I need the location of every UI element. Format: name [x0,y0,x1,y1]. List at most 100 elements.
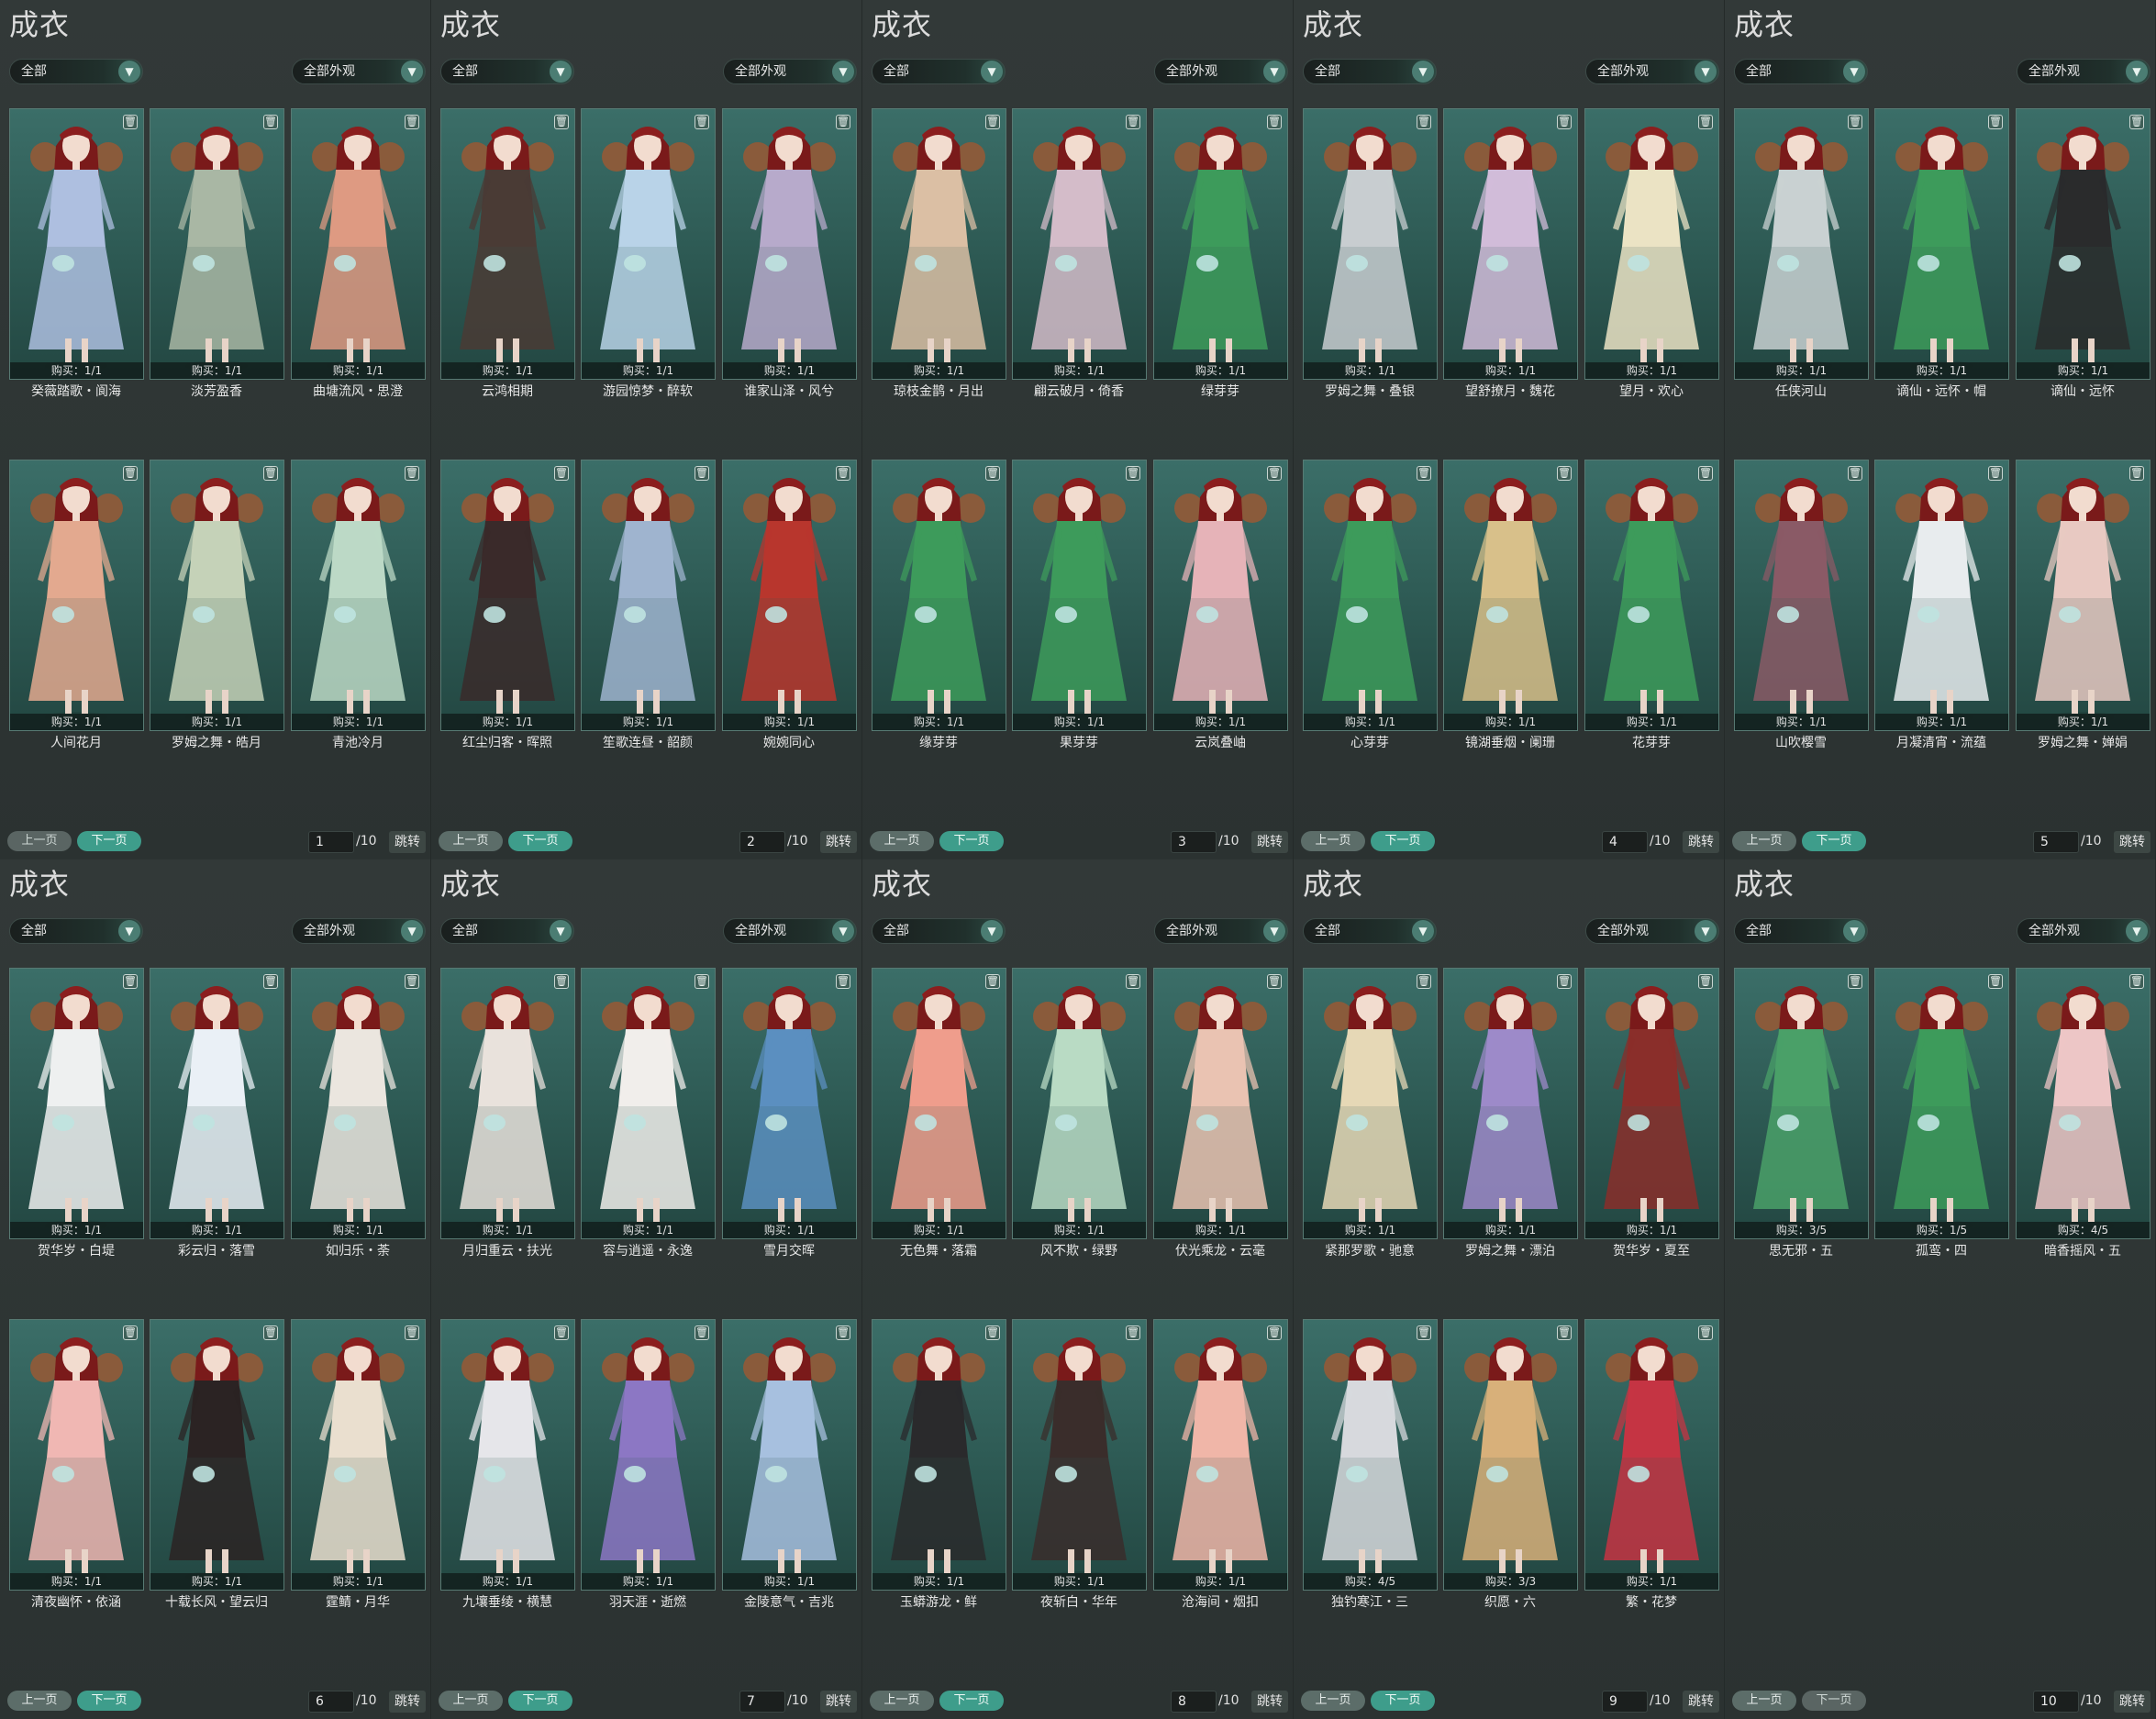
prev-page-button[interactable]: 上一页 [7,831,72,851]
outfit-card[interactable]: 🗑 购买：1/1 [1153,108,1288,380]
page-number-input[interactable]: 5 [2033,831,2079,853]
trash-icon[interactable]: 🗑 [263,974,278,989]
trash-icon[interactable]: 🗑 [554,1325,569,1340]
trash-icon[interactable]: 🗑 [1848,974,1862,989]
trash-icon[interactable]: 🗑 [695,1325,709,1340]
outfit-card[interactable]: 🗑 购买：1/1 [1584,108,1719,380]
trash-icon[interactable]: 🗑 [1267,115,1282,129]
trash-icon[interactable]: 🗑 [405,1325,419,1340]
outfit-card[interactable]: 🗑 购买：1/1 [150,968,284,1239]
next-page-button[interactable]: 下一页 [77,831,141,851]
outfit-card[interactable]: 🗑 购买：1/1 [1153,460,1288,731]
next-page-button[interactable]: 下一页 [508,831,572,851]
trash-icon[interactable]: 🗑 [263,1325,278,1340]
outfit-card[interactable]: 🗑 购买：1/1 [1584,968,1719,1239]
trash-icon[interactable]: 🗑 [123,1325,138,1340]
outfit-card[interactable]: 🗑 购买：1/1 [1443,968,1578,1239]
trash-icon[interactable]: 🗑 [1126,466,1140,481]
outfit-card[interactable]: 🗑 购买：1/1 [1012,460,1147,731]
jump-button[interactable]: 跳转 [389,1691,426,1713]
outfit-card[interactable]: 🗑 购买：1/1 [1012,968,1147,1239]
trash-icon[interactable]: 🗑 [1698,115,1713,129]
outfit-card[interactable]: 🗑 购买：1/1 [440,1319,575,1591]
trash-icon[interactable]: 🗑 [405,466,419,481]
trash-icon[interactable]: 🗑 [1698,466,1713,481]
trash-icon[interactable]: 🗑 [123,974,138,989]
next-page-button[interactable]: 下一页 [1802,831,1866,851]
trash-icon[interactable]: 🗑 [695,974,709,989]
trash-icon[interactable]: 🗑 [1267,974,1282,989]
trash-icon[interactable]: 🗑 [1267,1325,1282,1340]
next-page-button[interactable]: 下一页 [508,1691,572,1711]
trash-icon[interactable]: 🗑 [1557,974,1572,989]
trash-icon[interactable]: 🗑 [1557,466,1572,481]
outfit-card[interactable]: 🗑 购买：1/1 [440,968,575,1239]
trash-icon[interactable]: 🗑 [554,115,569,129]
outfit-card[interactable]: 🗑 购买：1/1 [291,968,426,1239]
outfit-card[interactable]: 🗑 购买：1/1 [1303,108,1438,380]
page-number-input[interactable]: 3 [1171,831,1217,853]
next-page-button[interactable]: 下一页 [1371,831,1435,851]
outfit-card[interactable]: 🗑 购买：1/1 [440,460,575,731]
trash-icon[interactable]: 🗑 [1698,1325,1713,1340]
category-dropdown[interactable]: 全部 ▼ [1734,59,1868,84]
page-number-input[interactable]: 6 [308,1691,354,1713]
appearance-dropdown[interactable]: 全部外观 ▼ [1154,59,1288,84]
next-page-button[interactable]: 下一页 [77,1691,141,1711]
trash-icon[interactable]: 🗑 [985,466,1000,481]
trash-icon[interactable]: 🗑 [1126,1325,1140,1340]
outfit-card[interactable]: 🗑 购买：1/1 [872,1319,1006,1591]
prev-page-button[interactable]: 上一页 [870,1691,934,1711]
trash-icon[interactable]: 🗑 [405,974,419,989]
outfit-card[interactable]: 🗑 购买：1/1 [872,108,1006,380]
outfit-card[interactable]: 🗑 购买：1/1 [722,108,857,380]
trash-icon[interactable]: 🗑 [1848,466,1862,481]
outfit-card[interactable]: 🗑 购买：1/1 [1153,1319,1288,1591]
trash-icon[interactable]: 🗑 [1557,115,1572,129]
category-dropdown[interactable]: 全部 ▼ [872,918,1006,944]
next-page-button[interactable]: 下一页 [1802,1691,1866,1711]
category-dropdown[interactable]: 全部 ▼ [440,59,574,84]
outfit-card[interactable]: 🗑 购买：1/1 [1443,460,1578,731]
outfit-card[interactable]: 🗑 购买：1/1 [581,460,716,731]
category-dropdown[interactable]: 全部 ▼ [440,918,574,944]
trash-icon[interactable]: 🗑 [1988,115,2003,129]
outfit-card[interactable]: 🗑 购买：1/1 [2016,108,2150,380]
category-dropdown[interactable]: 全部 ▼ [1303,918,1437,944]
outfit-card[interactable]: 🗑 购买：1/1 [872,968,1006,1239]
outfit-card[interactable]: 🗑 购买：1/1 [1584,460,1719,731]
trash-icon[interactable]: 🗑 [1557,1325,1572,1340]
trash-icon[interactable]: 🗑 [2129,115,2144,129]
trash-icon[interactable]: 🗑 [836,466,850,481]
outfit-card[interactable]: 🗑 购买：3/3 [1443,1319,1578,1591]
trash-icon[interactable]: 🗑 [2129,466,2144,481]
outfit-card[interactable]: 🗑 购买：4/5 [1303,1319,1438,1591]
outfit-card[interactable]: 🗑 购买：1/1 [150,1319,284,1591]
appearance-dropdown[interactable]: 全部外观 ▼ [1585,918,1719,944]
category-dropdown[interactable]: 全部 ▼ [1734,918,1868,944]
trash-icon[interactable]: 🗑 [1848,115,1862,129]
trash-icon[interactable]: 🗑 [1417,974,1431,989]
jump-button[interactable]: 跳转 [1251,831,1288,853]
trash-icon[interactable]: 🗑 [1988,466,2003,481]
outfit-card[interactable]: 🗑 购买：1/1 [9,968,144,1239]
appearance-dropdown[interactable]: 全部外观 ▼ [292,918,426,944]
trash-icon[interactable]: 🗑 [405,115,419,129]
outfit-card[interactable]: 🗑 购买：1/1 [9,108,144,380]
outfit-card[interactable]: 🗑 购买：1/1 [9,460,144,731]
outfit-card[interactable]: 🗑 购买：1/1 [1012,1319,1147,1591]
outfit-card[interactable]: 🗑 购买：1/1 [291,108,426,380]
outfit-card[interactable]: 🗑 购买：1/1 [722,968,857,1239]
trash-icon[interactable]: 🗑 [1417,1325,1431,1340]
jump-button[interactable]: 跳转 [1683,831,1719,853]
trash-icon[interactable]: 🗑 [263,466,278,481]
trash-icon[interactable]: 🗑 [554,974,569,989]
page-number-input[interactable]: 7 [739,1691,785,1713]
page-number-input[interactable]: 2 [739,831,785,853]
trash-icon[interactable]: 🗑 [1988,974,2003,989]
category-dropdown[interactable]: 全部 ▼ [872,59,1006,84]
page-number-input[interactable]: 8 [1171,1691,1217,1713]
outfit-card[interactable]: 🗑 购买：1/1 [1874,108,2009,380]
outfit-card[interactable]: 🗑 购买：1/1 [150,108,284,380]
outfit-card[interactable]: 🗑 购买：1/1 [1303,460,1438,731]
